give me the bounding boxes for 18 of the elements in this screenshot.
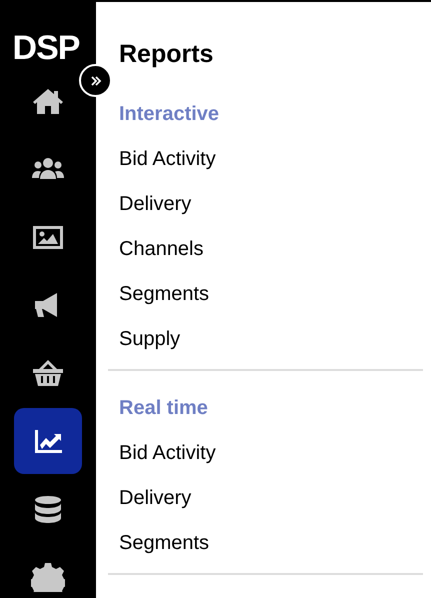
section-heading: Real time: [119, 396, 209, 420]
settings-icon: [31, 562, 65, 592]
report-link[interactable]: Delivery: [119, 181, 423, 226]
basket-icon: [31, 358, 65, 388]
page-title: Reports: [119, 39, 214, 70]
report-link[interactable]: Supply: [119, 316, 423, 361]
double-chevron-icon: [88, 74, 102, 88]
logo: DSP: [12, 30, 80, 66]
report-link[interactable]: Delivery: [119, 475, 423, 520]
expand-sidebar-button[interactable]: [79, 64, 112, 97]
report-link[interactable]: Segments: [119, 520, 423, 565]
home-icon: [31, 86, 65, 116]
report-link[interactable]: Channels: [119, 226, 423, 271]
report-link[interactable]: Segments: [119, 271, 423, 316]
section-heading: Interactive: [119, 102, 220, 126]
report-link[interactable]: Bid Activity: [119, 430, 423, 475]
nav-item[interactable]: [14, 408, 82, 474]
report-link[interactable]: Bid Activity: [119, 136, 423, 181]
